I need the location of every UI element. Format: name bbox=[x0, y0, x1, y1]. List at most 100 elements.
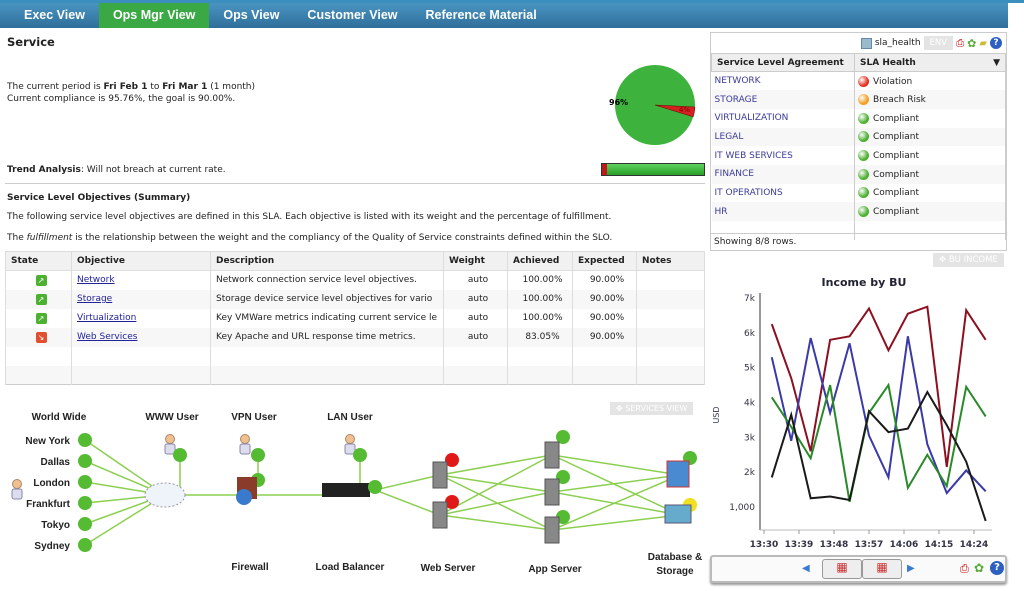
x-tick-label: 14:06 bbox=[890, 540, 919, 550]
sla-row[interactable]: NETWORK Violation bbox=[711, 71, 1006, 91]
col-achieved[interactable]: Achieved bbox=[507, 251, 573, 271]
city-label: Sydney bbox=[34, 541, 70, 552]
cell-weight: auto bbox=[443, 308, 508, 328]
state-up-icon: ↗ bbox=[35, 274, 47, 286]
status-dot bbox=[353, 448, 367, 462]
refresh-icon[interactable]: ✿ bbox=[974, 561, 984, 575]
storage-icon bbox=[664, 504, 692, 524]
objective-link[interactable]: Storage bbox=[77, 294, 112, 304]
status-dot-icon bbox=[858, 187, 869, 199]
cell-objective bbox=[71, 365, 211, 385]
calendar-back-button[interactable]: ▦ bbox=[862, 559, 902, 579]
status-dot-icon bbox=[858, 94, 869, 106]
objective-link[interactable]: Virtualization bbox=[77, 313, 136, 323]
tab-exec-view[interactable]: Exec View bbox=[10, 3, 99, 28]
city-status-dot bbox=[78, 433, 92, 447]
pie-label-96: 96% bbox=[609, 98, 628, 107]
cell-state: ↗ bbox=[5, 308, 72, 328]
table-row: ↗ Storage Storage device service level obj… bbox=[5, 289, 705, 309]
cell-expected bbox=[572, 365, 637, 385]
cell-notes bbox=[636, 327, 705, 347]
col-weight[interactable]: Weight bbox=[443, 251, 508, 271]
header-lan-user: LAN User bbox=[327, 412, 373, 423]
x-tick-label: 13:30 bbox=[750, 540, 779, 550]
database-icon bbox=[666, 460, 690, 488]
trend-bar bbox=[601, 163, 705, 176]
sla-name: HR bbox=[711, 202, 855, 221]
sla-status: Compliant bbox=[873, 113, 920, 124]
objective-link[interactable]: Network bbox=[77, 275, 115, 285]
tab-ops-view[interactable]: Ops View bbox=[209, 3, 293, 28]
status-dot-icon bbox=[858, 75, 869, 87]
prev-arrow-icon[interactable]: ◀ bbox=[802, 563, 810, 574]
cell-state bbox=[5, 365, 72, 385]
web-server-icon bbox=[432, 461, 448, 489]
page-title: Service bbox=[7, 35, 55, 49]
sla-name: NETWORK bbox=[711, 71, 855, 91]
sla-row[interactable]: HR Compliant bbox=[711, 202, 1006, 221]
help-icon[interactable]: ? bbox=[990, 37, 1002, 49]
compliance-text: Current compliance is 95.76%, the goal i… bbox=[7, 94, 236, 104]
col-sla-health[interactable]: SLA Health ▼ bbox=[854, 53, 1006, 72]
folder-icon[interactable]: ▰ bbox=[979, 38, 987, 49]
x-tick-label: 13:48 bbox=[820, 540, 849, 550]
sla-row[interactable]: VIRTUALIZATION Compliant bbox=[711, 108, 1006, 128]
status-dot-icon bbox=[858, 168, 869, 180]
cell-achieved: 100.00% bbox=[507, 308, 573, 328]
status-dot-icon bbox=[858, 112, 869, 124]
sla-row[interactable]: IT OPERATIONS Compliant bbox=[711, 183, 1006, 203]
cell-notes bbox=[636, 365, 705, 385]
y-tick-label: 3k bbox=[744, 433, 756, 443]
app-server-icon bbox=[544, 478, 560, 506]
y-tick-label: 5k bbox=[744, 364, 756, 374]
cell-state: ↘ bbox=[5, 327, 72, 347]
slo-fulfillment-note: The fulfillment is the relationship betw… bbox=[7, 233, 613, 243]
slo-table: State Objective Description Weight Achieved E… bbox=[5, 251, 705, 385]
col-state[interactable]: State bbox=[5, 251, 72, 271]
help-icon[interactable]: ? bbox=[990, 561, 1004, 575]
label-app-server: App Server bbox=[528, 564, 581, 575]
sla-row[interactable]: LEGAL Compliant bbox=[711, 127, 1006, 147]
col-objective[interactable]: Objective bbox=[71, 251, 211, 271]
sla-name: FINANCE bbox=[711, 164, 855, 184]
city-status-dot bbox=[78, 475, 92, 489]
pdf-icon[interactable]: ⎙ bbox=[956, 38, 964, 49]
city-status-dot bbox=[78, 538, 92, 552]
refresh-icon[interactable]: ✿ bbox=[967, 37, 976, 50]
col-sla[interactable]: Service Level Agreement bbox=[711, 53, 855, 72]
status-dot-icon bbox=[858, 206, 869, 218]
objective-link[interactable]: Web Services bbox=[77, 332, 137, 342]
bu-income-button[interactable]: ✥ BU INCOME bbox=[933, 253, 1004, 267]
user-icon bbox=[165, 434, 175, 444]
calendar-forward-button[interactable]: ▦ bbox=[822, 559, 862, 579]
cell-notes bbox=[636, 270, 705, 290]
cell-achieved bbox=[507, 365, 573, 385]
state-up-icon: ↗ bbox=[35, 312, 47, 324]
city-status-dot bbox=[78, 517, 92, 531]
table-row: ↗ Virtualization Key VMWare metrics indica… bbox=[5, 308, 705, 328]
tab-customer-view[interactable]: Customer View bbox=[293, 3, 411, 28]
cell-achieved: 83.05% bbox=[507, 327, 573, 347]
series-line-0 bbox=[770, 305, 987, 468]
chart-controls: ◀ ▦ ▦ ▶ ⎙ ✿ ? bbox=[710, 555, 1007, 583]
y-tick-label: 4k bbox=[744, 399, 756, 409]
sla-row[interactable]: FINANCE Compliant bbox=[711, 164, 1006, 184]
sla-status: Violation bbox=[873, 76, 913, 87]
cell-weight: auto bbox=[443, 327, 508, 347]
y-tick-label: 6k bbox=[744, 329, 756, 339]
col-notes[interactable]: Notes bbox=[636, 251, 705, 271]
cell-weight bbox=[443, 346, 508, 366]
pdf-icon[interactable]: ⎙ bbox=[960, 562, 969, 576]
sla-row[interactable]: STORAGE Breach Risk bbox=[711, 90, 1006, 109]
next-arrow-icon[interactable]: ▶ bbox=[907, 563, 915, 574]
rows-count: Showing 8/8 rows. bbox=[711, 233, 1006, 250]
col-description[interactable]: Description bbox=[210, 251, 444, 271]
col-expected[interactable]: Expected bbox=[572, 251, 637, 271]
tab-reference-material[interactable]: Reference Material bbox=[412, 3, 551, 28]
chart-title: Income by BU bbox=[822, 276, 907, 289]
tab-ops-mgr-view[interactable]: Ops Mgr View bbox=[98, 3, 210, 28]
cell-description bbox=[210, 365, 444, 385]
sla-row[interactable]: IT WEB SERVICES Compliant bbox=[711, 146, 1006, 165]
connection-line bbox=[374, 489, 441, 516]
y-tick-label: 2k bbox=[744, 468, 756, 478]
